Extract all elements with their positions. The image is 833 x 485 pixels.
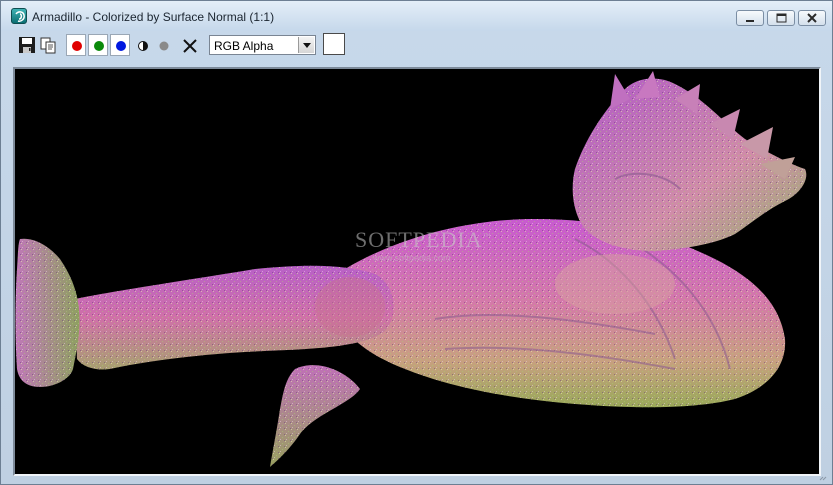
red-channel-icon [72,41,82,51]
mono-icon [138,41,148,51]
close-button[interactable] [798,10,826,26]
resize-grip-icon[interactable] [818,475,828,481]
green-channel-icon [94,41,104,51]
maximize-icon [776,13,787,23]
red-channel-button[interactable] [66,34,86,56]
watermark: SOFTPEDIA™ [355,227,492,252]
copy-button[interactable] [38,35,58,55]
dropdown-arrow[interactable] [298,37,314,53]
window-title: Armadillo - Colorized by Surface Normal … [32,10,275,24]
title-bar[interactable]: Armadillo - Colorized by Surface Normal … [1,1,832,31]
chevron-down-icon [303,43,311,48]
maximize-button[interactable] [767,10,795,26]
blue-channel-button[interactable] [110,34,130,56]
display-channel-select[interactable]: RGB Alpha [209,35,316,55]
save-icon [19,37,35,53]
watermark-url: www.softpedia.com [373,253,451,263]
armadillo-render [15,71,807,467]
clear-icon [183,39,197,53]
render-frame-window: Armadillo - Colorized by Surface Normal … [0,0,833,485]
monochrome-button[interactable] [133,35,153,55]
minimize-button[interactable] [736,10,764,26]
alpha-icon [159,41,169,51]
copy-icon [40,37,56,54]
blue-channel-icon [116,41,126,51]
alpha-channel-button[interactable] [154,35,174,55]
app-icon[interactable] [11,8,27,24]
green-channel-button[interactable] [88,34,108,56]
display-channel-value: RGB Alpha [214,39,274,53]
toolbar: RGB Alpha [9,32,827,60]
color-swatch[interactable] [323,33,345,55]
render-viewport[interactable]: SOFTPEDIA™ www.softpedia.com [13,67,821,476]
close-icon [807,13,817,23]
clear-button[interactable] [180,35,200,55]
minimize-icon [746,20,754,22]
save-button[interactable] [17,35,37,55]
